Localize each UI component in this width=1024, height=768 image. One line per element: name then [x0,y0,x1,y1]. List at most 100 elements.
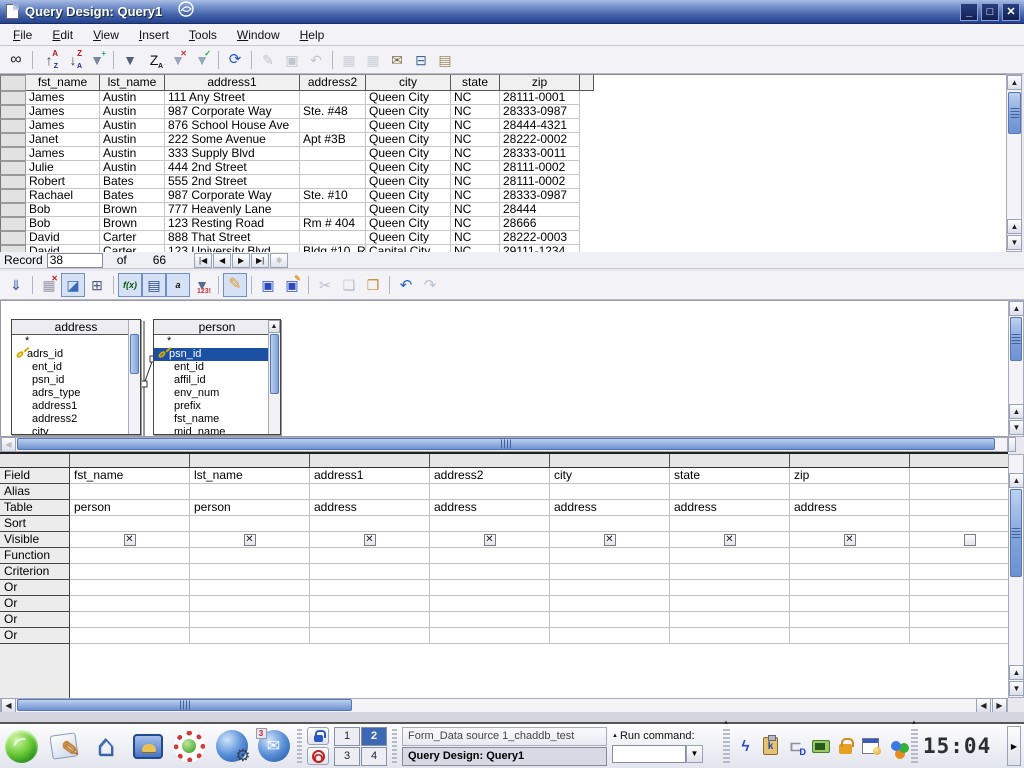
network-icon[interactable] [810,736,831,757]
column-head[interactable] [190,454,310,468]
column-head[interactable] [430,454,550,468]
column-head[interactable] [910,454,1008,468]
row-selector[interactable] [0,119,26,133]
cell[interactable]: 28333-0011 [500,147,580,161]
cell[interactable]: Robert [26,175,100,189]
design-cell[interactable] [70,628,190,644]
desktop-2[interactable]: 2 [361,727,387,746]
klipper-icon[interactable]: k [760,736,781,757]
cell[interactable]: 28222-0002 [500,133,580,147]
scroll-thumb[interactable] [17,438,995,450]
design-cell[interactable] [910,516,1008,532]
cell[interactable]: NC [451,91,500,105]
design-cell[interactable] [550,548,670,564]
design-cell[interactable] [550,612,670,628]
column-head[interactable] [790,454,910,468]
design-column-1[interactable]: fst_nameperson✕ [70,454,190,698]
clear-query-icon[interactable]: ▦✕ [37,273,61,297]
design-cell[interactable] [910,532,1008,548]
design-cell[interactable] [190,564,310,580]
design-grid[interactable]: FieldAliasTableSortVisibleFunctionCriter… [0,452,1008,698]
field-address2[interactable]: address2 [12,413,140,426]
paste-icon[interactable]: ❐ [361,273,385,297]
cell[interactable]: NC [451,231,500,245]
column-header-state[interactable]: state [451,75,500,91]
cell[interactable]: David [26,231,100,245]
record-number-input[interactable] [47,253,103,268]
design-cell[interactable] [670,612,790,628]
design-cell[interactable]: address [790,500,910,516]
cell[interactable]: James [26,119,100,133]
undo-icon[interactable]: ↶ [394,273,418,297]
cell[interactable]: 28111-0001 [500,91,580,105]
table-title[interactable]: person [154,320,280,335]
field-address1[interactable]: address1 [12,400,140,413]
design-cell[interactable] [910,612,1008,628]
design-cell[interactable] [550,516,670,532]
cell[interactable]: Brown [100,203,165,217]
run-command-dropdown[interactable]: ▼ [686,745,703,763]
column-header-lst_name[interactable]: lst_name [100,75,165,91]
visible-checkbox[interactable] [964,534,976,546]
previous-record-button[interactable]: ◀ [213,253,231,268]
panel-grip[interactable] [392,729,397,763]
power-plug-icon[interactable]: ϟ [735,736,756,757]
menu-insert[interactable]: Insert [130,26,178,44]
design-cell[interactable] [430,484,550,500]
cell[interactable]: Queen City [366,133,451,147]
cell[interactable]: Ste. #10 [300,189,366,203]
design-cell[interactable] [190,484,310,500]
row-selector[interactable] [0,105,26,119]
design-cell[interactable] [790,580,910,596]
standard-filter-icon[interactable]: ▼ [118,48,142,72]
cell[interactable]: NC [451,245,500,252]
design-cell[interactable]: address [430,500,550,516]
design-cell[interactable] [670,580,790,596]
autofilter-icon[interactable]: ▼+ [85,48,109,72]
device-plug-icon[interactable]: ⊏ [785,736,806,757]
refresh-icon[interactable]: ⟳ [223,48,247,72]
lock-icon[interactable] [307,727,329,745]
design-cell[interactable] [790,612,910,628]
design-cell[interactable]: state [670,468,790,484]
field-ent_id[interactable]: ent_id [154,361,280,374]
column-header-address2[interactable]: address2 [300,75,366,91]
sort-ascending-icon[interactable]: ↑AZ [37,48,61,72]
design-cell[interactable] [430,564,550,580]
table-name-icon[interactable]: ▤ [142,273,166,297]
row-selector[interactable] [0,175,26,189]
table-relation-pane[interactable]: address *adrs_ident_idpsn_idadrs_typeadd… [0,300,1024,437]
design-cell[interactable] [430,580,550,596]
next-record-button[interactable]: ▶ [232,253,250,268]
text-editor-icon[interactable] [45,728,82,765]
data-to-text-icon[interactable]: ✉ [385,48,409,72]
table-scrollbar[interactable] [128,320,140,434]
visible-checkbox[interactable]: ✕ [364,534,376,546]
cell[interactable]: 888 That Street [165,231,300,245]
result-grid-vscroll[interactable]: ▲ ▲ ▼ [1006,74,1022,252]
scroll-left-button[interactable]: ◀ [976,698,991,713]
design-cell[interactable] [190,548,310,564]
field-all[interactable]: * [12,335,140,348]
home-icon[interactable]: ⌂ [87,728,124,765]
field-fst_name[interactable]: fst_name [154,413,280,426]
sort-order-icon[interactable]: ZA [142,48,166,72]
field-env_num[interactable]: env_num [154,387,280,400]
cell[interactable]: Janet [26,133,100,147]
cell[interactable]: Austin [100,133,165,147]
cell[interactable]: NC [451,203,500,217]
table-window-address[interactable]: address *adrs_ident_idpsn_idadrs_typeadd… [11,319,141,435]
cell[interactable]: 222 Some Avenue [165,133,300,147]
design-cell[interactable] [310,628,430,644]
suse-menu-icon[interactable] [3,728,40,765]
diagram-vscroll[interactable]: ▲ ▲ ▼ [1008,300,1024,437]
cell[interactable]: 29111-1234 [500,245,580,252]
visible-checkbox[interactable]: ✕ [604,534,616,546]
design-cell[interactable] [430,596,550,612]
cell[interactable]: Austin [100,161,165,175]
cell[interactable]: 28111-0002 [500,161,580,175]
scroll-up-button[interactable]: ▲ [1009,665,1024,680]
visible-checkbox[interactable]: ✕ [484,534,496,546]
design-cell[interactable] [790,548,910,564]
cell[interactable] [300,91,366,105]
